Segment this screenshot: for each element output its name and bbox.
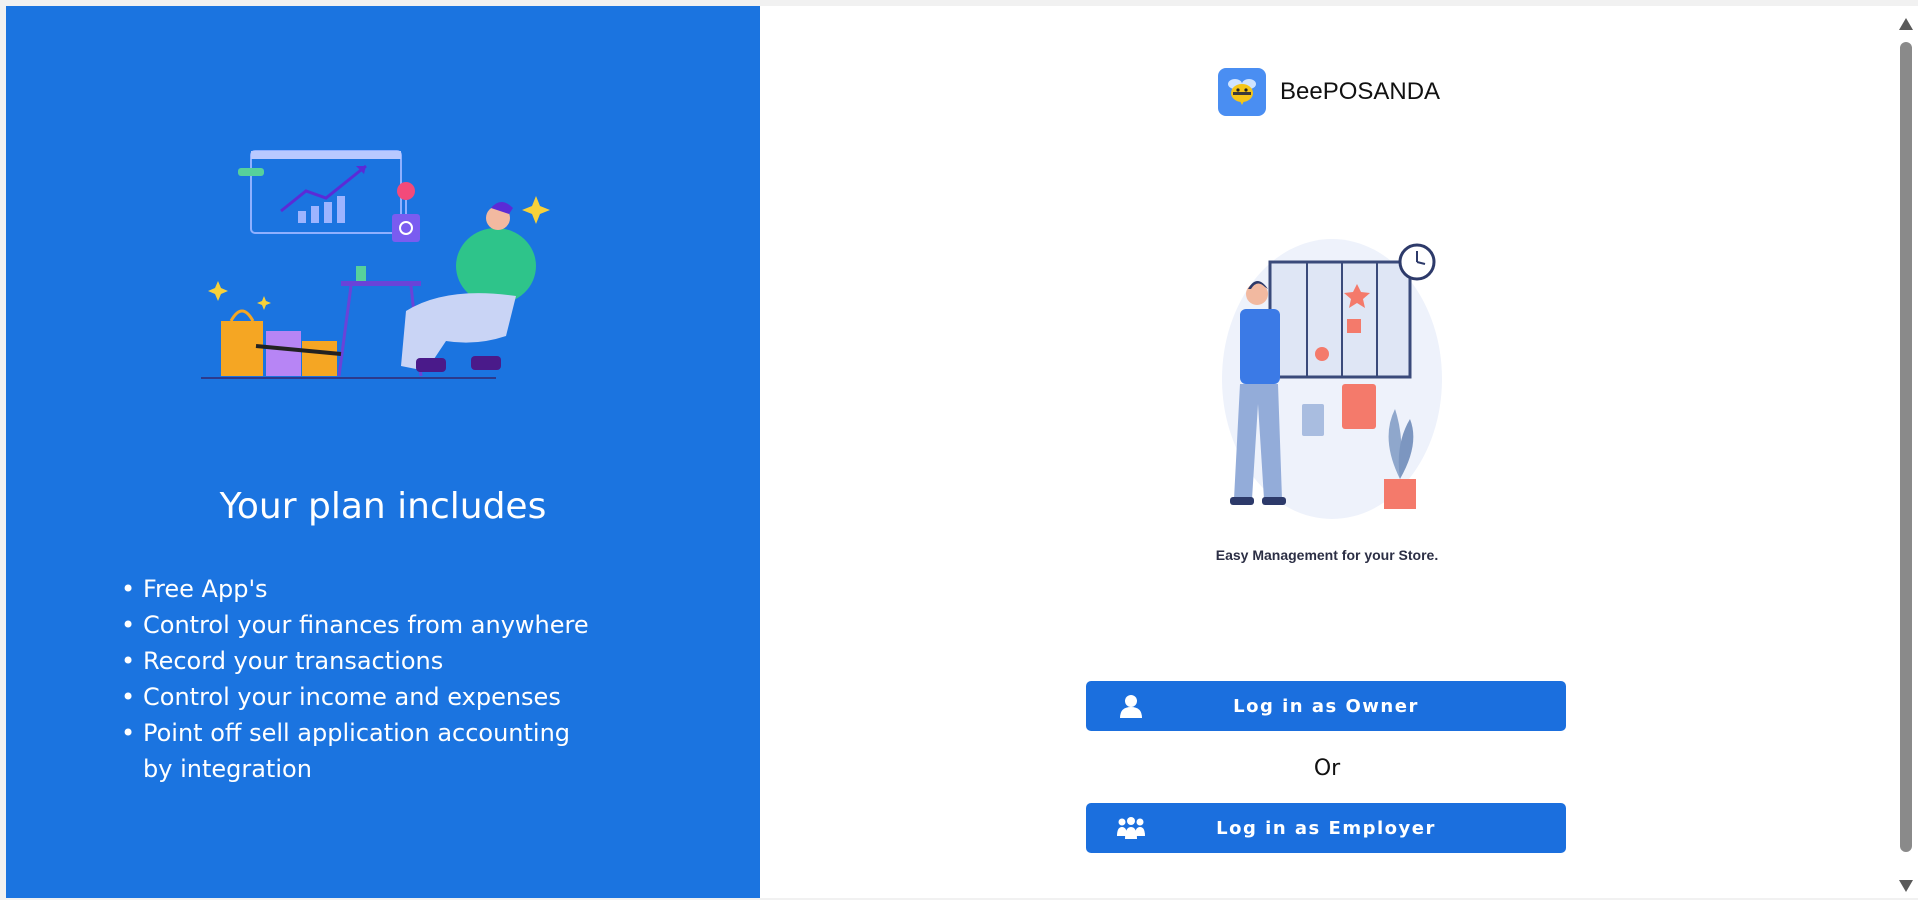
login-owner-button[interactable]: Log in as Owner xyxy=(1086,681,1566,731)
feature-list: Free App's Control your finances from an… xyxy=(121,571,603,787)
feature-item: Free App's xyxy=(121,571,603,607)
feature-item: Control your finances from anywhere xyxy=(121,607,603,643)
vertical-scrollbar[interactable] xyxy=(1894,6,1918,898)
or-separator: Or xyxy=(1313,756,1341,781)
scroll-thumb[interactable] xyxy=(1900,42,1912,852)
brand-header: BeePOSANDA xyxy=(1218,66,1440,118)
login-owner-label: Log in as Owner xyxy=(1233,695,1419,717)
group-icon xyxy=(1117,817,1145,839)
plan-panel: Your plan includes Free App's Control yo… xyxy=(6,6,760,898)
store-tagline: Easy Management for your Store. xyxy=(1215,547,1439,563)
brand-name: BeePOSANDA xyxy=(1280,78,1441,105)
plan-title: Your plan includes xyxy=(219,486,547,527)
feature-item: Record your transactions xyxy=(121,643,603,679)
login-employer-button[interactable]: Log in as Employer xyxy=(1086,803,1566,853)
login-panel: BeePOSANDA Easy Management for your Stor… xyxy=(760,6,1894,898)
user-icon xyxy=(1120,695,1142,718)
analytics-illustration xyxy=(201,150,550,379)
app-frame: Your plan includes Free App's Control yo… xyxy=(0,0,1918,900)
bee-icon xyxy=(1218,68,1266,116)
login-employer-label: Log in as Employer xyxy=(1216,817,1436,839)
store-management-illustration xyxy=(1222,239,1442,519)
feature-item: Point off sell application accounting by… xyxy=(121,715,603,787)
feature-item: Control your income and expenses xyxy=(121,679,603,715)
scroll-down-icon[interactable] xyxy=(1899,880,1913,892)
scroll-up-icon[interactable] xyxy=(1899,18,1913,30)
